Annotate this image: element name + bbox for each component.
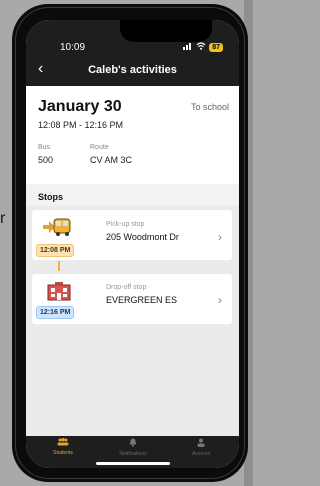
tab-account[interactable]: Account <box>166 438 236 457</box>
account-icon <box>166 438 236 450</box>
dropoff-stop-name: EVERGREEN ES <box>106 295 178 305</box>
bell-icon <box>98 438 168 450</box>
dropoff-time-badge: 12:16 PM <box>36 306 75 319</box>
tab-students-label: Students <box>53 450 73 456</box>
phone-screen: 10:09 87 ‹ Caleb's activities January 30… <box>26 20 239 468</box>
dropoff-kind-label: Drop-off stop <box>106 284 147 291</box>
pickup-kind-label: Pick-up stop <box>106 221 145 228</box>
home-indicator <box>96 462 170 465</box>
trip-direction: To school <box>190 102 229 112</box>
tab-account-label: Account <box>191 451 211 457</box>
pickup-stop-name: 205 Woodmont Dr <box>106 232 179 242</box>
signal-icon <box>183 42 193 52</box>
chevron-right-icon: › <box>218 230 222 244</box>
wifi-icon <box>196 42 206 52</box>
trip-summary: January 30 To school 12:08 PM - 12:16 PM… <box>26 86 239 184</box>
stop-card-pickup[interactable]: 12:08 PM Pick-up stop 205 Woodmont Dr › <box>32 210 232 260</box>
bus-label: Bus <box>38 144 51 151</box>
chevron-right-icon: › <box>218 293 222 307</box>
pickup-time-badge: 12:08 PM <box>36 244 75 257</box>
stops-heading: Stops <box>38 192 64 202</box>
status-icons: 87 <box>183 42 223 52</box>
bus-value: 500 <box>38 155 54 165</box>
school-icon <box>46 282 72 307</box>
battery-icon: 87 <box>209 42 223 52</box>
route-label: Route <box>90 144 109 151</box>
app-header: 10:09 87 ‹ Caleb's activities <box>26 20 239 86</box>
status-time: 10:09 <box>60 42 86 53</box>
cropped-text: r <box>0 210 6 227</box>
trip-date: January 30 <box>38 98 122 115</box>
page-title: Caleb's activities <box>88 64 177 76</box>
route-value: CV AM 3C <box>90 155 133 165</box>
tab-students[interactable]: Students <box>28 438 98 456</box>
stop-card-dropoff[interactable]: 12:16 PM Drop-off stop EVERGREEN ES › <box>32 274 232 324</box>
bus-stop-icon <box>42 217 72 242</box>
camera-notch <box>120 20 212 42</box>
stops-list: 12:08 PM Pick-up stop 205 Woodmont Dr › … <box>26 206 239 438</box>
route-connector <box>58 261 60 271</box>
students-icon <box>28 438 98 449</box>
trip-time-range: 12:08 PM - 12:16 PM <box>38 120 124 130</box>
tab-notifications-label: Notifications <box>119 451 147 457</box>
tab-notifications[interactable]: Notifications <box>98 438 168 457</box>
